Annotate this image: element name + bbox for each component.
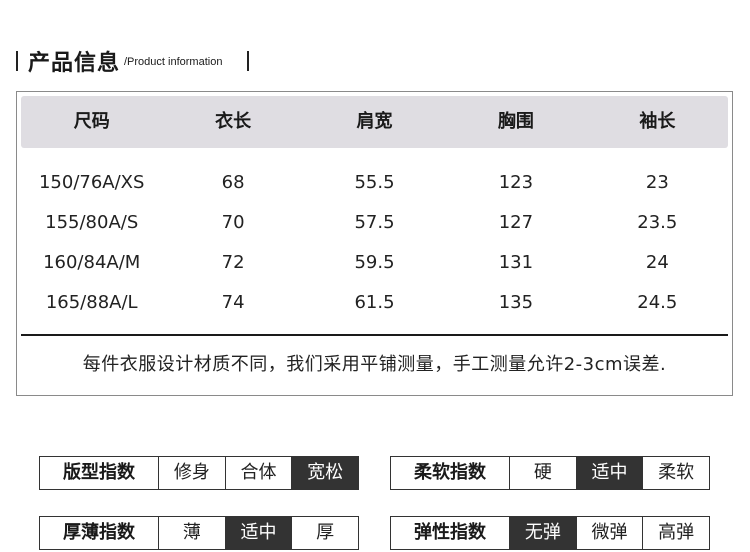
section-subtitle: /Product information [124,56,223,68]
table-row: 160/84A/M 72 59.5 131 24 [21,243,728,283]
header-right-bar [247,51,249,71]
table-cell: 72 [221,252,245,273]
table-cell: 165/88A/L [45,292,138,313]
index-option[interactable]: 硬 [510,457,577,489]
table-cell: 160/84A/M [43,252,141,273]
size-table-panel: 尺码 衣长 肩宽 胸围 袖长 150/76A/XS 68 55.5 123 23… [16,91,733,396]
column-header: 衣长 [215,111,252,132]
index-label: 厚薄指数 [40,517,159,549]
table-cell: 68 [221,172,245,193]
header-left-bar [16,51,18,71]
table-cell: 131 [498,252,534,273]
column-header: 胸围 [497,111,534,132]
table-body: 150/76A/XS 68 55.5 123 23 155/80A/S 70 5… [21,163,728,323]
index-option[interactable]: 修身 [159,457,226,489]
table-row: 155/80A/S 70 57.5 127 23.5 [21,203,728,243]
table-cell: 135 [498,292,534,313]
index-option[interactable]: 适中 [225,517,293,549]
table-cell: 74 [221,292,245,313]
table-row: 150/76A/XS 68 55.5 123 23 [21,163,728,203]
index-option[interactable]: 无弹 [510,517,577,549]
table-cell: 24 [645,252,669,273]
table-cell: 123 [498,172,534,193]
index-option[interactable]: 微弹 [577,517,644,549]
column-header: 肩宽 [356,111,393,132]
index-label: 柔软指数 [391,457,510,489]
table-divider [21,334,728,336]
table-row: 165/88A/L 74 61.5 135 24.5 [21,283,728,323]
table-cell: 59.5 [354,252,395,273]
section-header: 产品信息 /Product information [0,44,300,78]
index-label: 弹性指数 [391,517,510,549]
index-option[interactable]: 厚 [292,517,358,549]
column-header: 尺码 [73,111,110,132]
index-option[interactable]: 薄 [159,517,226,549]
index-option[interactable]: 宽松 [292,457,359,489]
softness-index: 柔软指数 硬 适中 柔软 [390,456,710,490]
measurement-note: 每件衣服设计材质不同，我们采用平铺测量，手工测量允许2-3cm误差. [82,354,667,375]
table-cell: 150/76A/XS [38,172,145,193]
table-cell: 61.5 [354,292,395,313]
table-cell: 155/80A/S [45,212,139,233]
thickness-index: 厚薄指数 薄 适中 厚 [39,516,359,550]
index-option[interactable]: 高弹 [643,517,709,549]
fit-index: 版型指数 修身 合体 宽松 [39,456,359,490]
index-option[interactable]: 适中 [576,457,644,489]
index-label: 版型指数 [40,457,159,489]
table-cell: 127 [498,212,534,233]
table-cell: 23.5 [637,212,678,233]
section-title: 产品信息 [28,51,121,76]
table-cell: 24.5 [637,292,678,313]
elasticity-index: 弹性指数 无弹 微弹 高弹 [390,516,710,550]
table-cell: 70 [221,212,245,233]
column-header: 袖长 [639,111,676,132]
index-option[interactable]: 柔软 [643,457,709,489]
table-cell: 55.5 [354,172,395,193]
table-cell: 57.5 [354,212,395,233]
table-header: 尺码 衣长 肩宽 胸围 袖长 [21,96,728,148]
table-cell: 23 [645,172,669,193]
index-option[interactable]: 合体 [226,457,293,489]
